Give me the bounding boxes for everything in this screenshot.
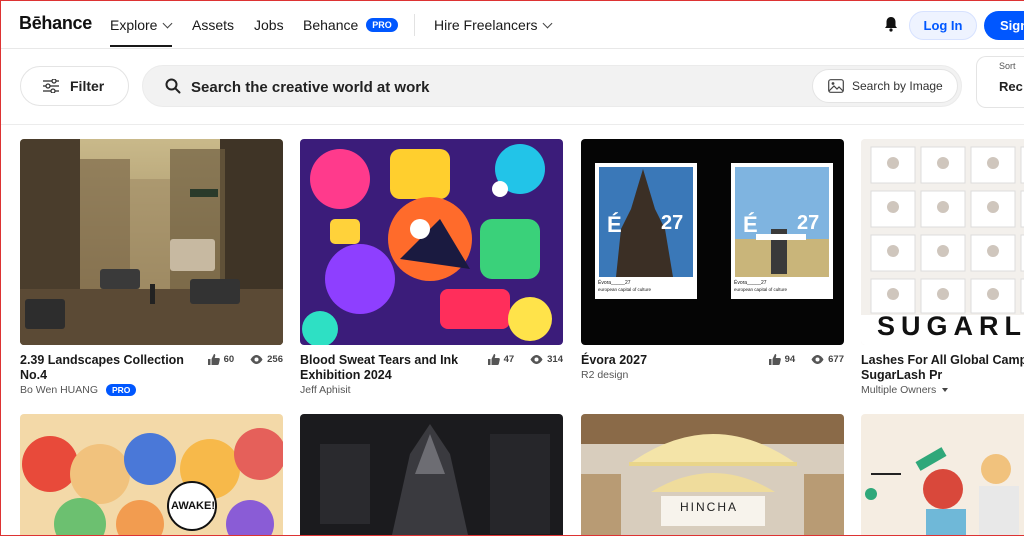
thumbs-up-icon <box>207 354 220 365</box>
filter-label: Filter <box>70 78 105 94</box>
owner-name: Bo Wen HUANG <box>20 384 98 396</box>
project-card[interactable]: SUGARL Lashes For All Global Campaign fo… <box>861 139 1024 399</box>
project-title[interactable]: Lashes For All Global Campaign for Sugar… <box>861 353 1024 383</box>
restaurant-interior-image <box>581 414 844 536</box>
owner-pro-badge: PRO <box>106 384 137 396</box>
street-photo-image <box>20 139 283 345</box>
poster-caption: Évora_____27 <box>598 280 631 286</box>
like-count: 60 <box>223 354 235 365</box>
signup-button[interactable]: Sign <box>984 11 1024 40</box>
active-tab-underline <box>110 45 172 47</box>
nav-hire-freelancers[interactable]: Hire Freelancers <box>434 17 553 33</box>
view-count: 314 <box>547 354 563 365</box>
project-thumbnail[interactable] <box>300 414 563 536</box>
poster-subcaption: european capital of culture <box>734 287 788 292</box>
project-thumbnail[interactable]: HINCHA <box>581 414 844 536</box>
search-input[interactable] <box>191 76 751 98</box>
nav-behance-label: Behance <box>303 17 359 33</box>
project-title[interactable]: 2.39 Landscapes Collection No.4 <box>20 353 205 383</box>
nav-divider <box>414 14 415 36</box>
nav-explore[interactable]: Explore <box>110 17 173 33</box>
speech-bubble-text: AWAKE! <box>171 500 215 512</box>
project-card[interactable]: É 27 É 27 Évora_____27 european capital … <box>581 139 844 381</box>
nav-behance-pro[interactable]: Behance PRO <box>303 17 398 33</box>
top-nav: Bēhance Explore Assets Jobs Behance PRO … <box>0 0 1024 49</box>
like-count: 94 <box>784 354 796 365</box>
project-thumbnail[interactable] <box>300 139 563 345</box>
search-bar: Search by Image <box>142 65 962 107</box>
nav-assets-label: Assets <box>192 17 235 33</box>
poster-year: 27 <box>797 212 820 234</box>
chevron-down-icon <box>543 18 553 28</box>
view-count: 256 <box>267 354 283 365</box>
nav-explore-label: Explore <box>110 17 158 33</box>
bell-icon[interactable] <box>884 16 898 32</box>
poster-letter: É <box>743 212 758 237</box>
nav-jobs[interactable]: Jobs <box>254 17 284 33</box>
nav-jobs-label: Jobs <box>254 17 284 33</box>
eye-icon <box>811 355 824 364</box>
project-thumbnail[interactable] <box>861 414 1024 536</box>
sort-value: Rec <box>999 79 1023 94</box>
project-thumbnail[interactable]: AWAKE! <box>20 414 283 536</box>
search-icon <box>165 78 181 94</box>
project-stats: 60 256 <box>207 354 283 365</box>
eye-icon <box>530 355 543 364</box>
thumbs-up-icon <box>768 354 781 365</box>
thumbs-up-icon <box>487 354 500 365</box>
psychedelic-illustration-image <box>300 139 563 345</box>
nav-hire-label: Hire Freelancers <box>434 17 538 33</box>
project-stats: 94 677 <box>768 354 844 365</box>
dark-3d-render-image <box>300 414 563 536</box>
nav-assets[interactable]: Assets <box>192 17 234 33</box>
project-title[interactable]: Blood Sweat Tears and Ink Exhibition 202… <box>300 353 485 383</box>
pro-badge: PRO <box>366 18 398 32</box>
filter-button[interactable]: Filter <box>20 66 129 106</box>
sugarlash-wordmark: SUGARL <box>877 311 1024 341</box>
sort-label: Sort <box>999 61 1016 71</box>
poster-subcaption: european capital of culture <box>598 287 652 292</box>
project-owner[interactable]: Jeff Aphisit <box>300 384 351 396</box>
evora-posters-image <box>595 163 833 299</box>
project-owner[interactable]: R2 design <box>581 369 628 381</box>
project-title[interactable]: Évora 2027 <box>581 353 766 368</box>
filter-sliders-icon <box>43 79 59 93</box>
poster-year: 27 <box>661 212 684 234</box>
owner-name: R2 design <box>581 369 629 381</box>
poster-letter: É <box>607 212 622 237</box>
like-count: 47 <box>503 354 515 365</box>
project-card[interactable]: HINCHA <box>581 414 844 536</box>
project-card[interactable]: 2.39 Landscapes Collection No.4 Bo Wen H… <box>20 139 283 396</box>
owner-name: Multiple Owners <box>861 384 937 396</box>
science-illustration-image <box>861 414 1024 536</box>
project-thumbnail[interactable] <box>20 139 283 345</box>
search-by-image-button[interactable]: Search by Image <box>812 69 958 103</box>
section-divider <box>0 124 1024 125</box>
project-thumbnail[interactable]: SUGARL <box>861 139 1024 345</box>
project-owner[interactable]: Bo Wen HUANG PRO <box>20 384 137 396</box>
restaurant-sign-text: HINCHA <box>680 500 739 514</box>
behance-logo[interactable]: Bēhance <box>19 13 92 34</box>
chevron-down-icon <box>163 18 173 28</box>
project-card[interactable]: Blood Sweat Tears and Ink Exhibition 202… <box>300 139 563 396</box>
project-card[interactable]: AWAKE! <box>20 414 283 536</box>
poster-caption: Évora_____27 <box>734 280 767 286</box>
project-thumbnail[interactable]: É 27 É 27 Évora_____27 european capital … <box>581 139 844 345</box>
project-stats: 47 314 <box>487 354 563 365</box>
search-by-image-label: Search by Image <box>852 79 943 93</box>
cartoon-characters-image <box>20 414 283 536</box>
project-card[interactable] <box>861 414 1024 536</box>
login-button[interactable]: Log In <box>909 11 977 40</box>
owner-name: Jeff Aphisit <box>300 384 351 396</box>
project-card[interactable] <box>300 414 563 536</box>
eye-icon <box>250 355 263 364</box>
view-count: 677 <box>828 354 844 365</box>
image-icon <box>828 79 844 93</box>
caret-down-icon <box>942 388 949 392</box>
owner-dropdown[interactable]: Multiple Owners <box>861 384 949 396</box>
